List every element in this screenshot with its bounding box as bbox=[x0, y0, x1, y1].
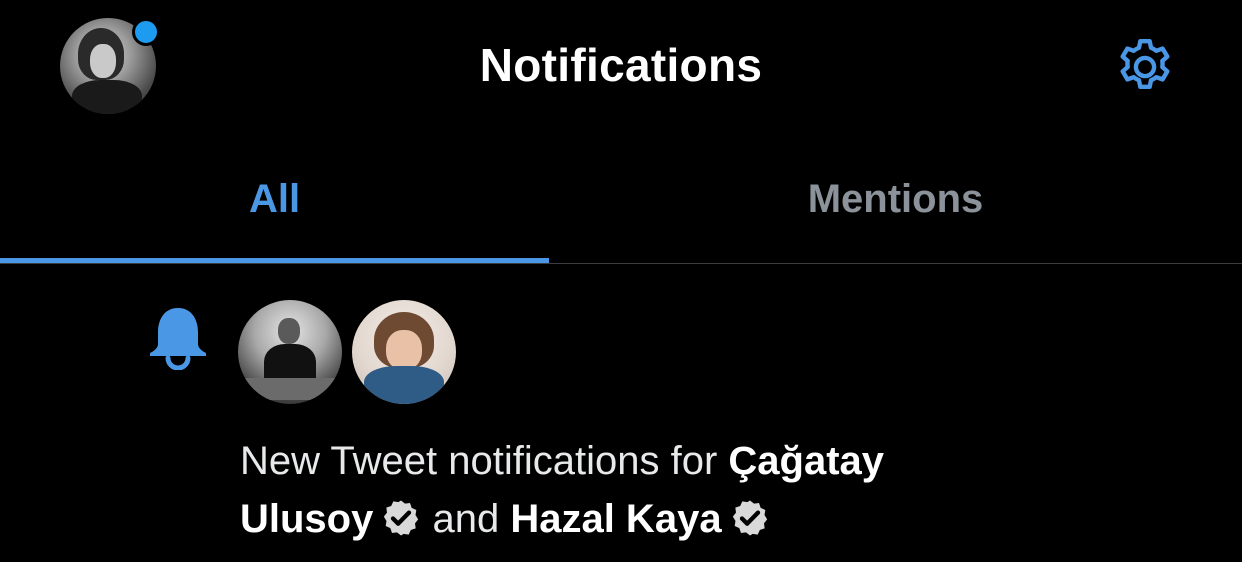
notification-item[interactable]: New Tweet notifications for Çağatay Ulus… bbox=[0, 264, 1242, 562]
notification-prefix: New Tweet notifications for bbox=[240, 439, 729, 483]
tab-all[interactable]: All bbox=[0, 134, 549, 264]
user-avatar-cagatay-ulusoy[interactable] bbox=[238, 300, 342, 404]
tab-mentions[interactable]: Mentions bbox=[549, 134, 1242, 264]
top-bar: Notifications bbox=[0, 0, 1242, 134]
notification-tabs: All Mentions bbox=[0, 134, 1242, 264]
verified-icon bbox=[384, 500, 419, 536]
notification-text: New Tweet notifications for Çağatay Ulus… bbox=[240, 432, 1020, 548]
user-name-link[interactable]: Hazal Kaya bbox=[510, 497, 721, 541]
avatar-figure-table bbox=[244, 378, 336, 400]
notification-conjunction: and bbox=[421, 497, 511, 541]
bell-icon bbox=[150, 308, 206, 370]
avatar-face bbox=[386, 330, 422, 370]
avatar-jacket bbox=[364, 366, 444, 404]
page-title: Notifications bbox=[479, 39, 763, 91]
gear-icon[interactable] bbox=[1112, 34, 1178, 100]
avatar-figure-head bbox=[278, 318, 300, 344]
user-avatar-hazal-kaya[interactable] bbox=[352, 300, 456, 404]
verified-icon bbox=[732, 500, 767, 536]
